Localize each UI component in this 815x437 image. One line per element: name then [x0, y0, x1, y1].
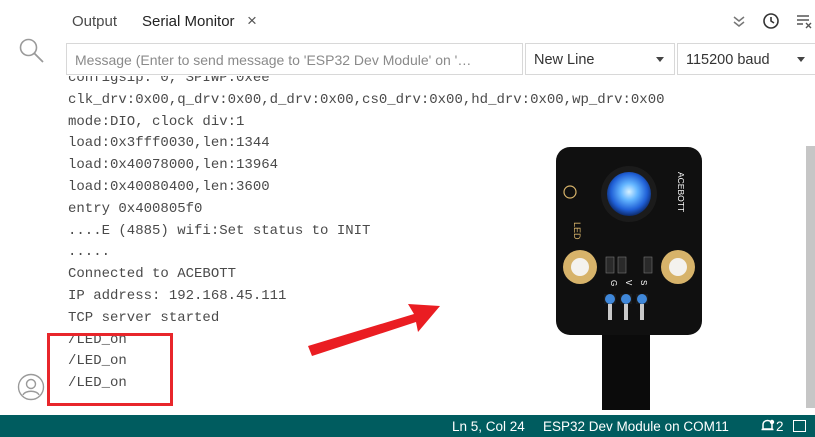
close-tab-icon[interactable]: ×	[247, 12, 257, 30]
brand-label: ACEBOTT	[676, 172, 686, 212]
pin-label-g: G	[609, 280, 618, 286]
chevron-down-icon	[797, 57, 805, 62]
highlight-box	[47, 333, 173, 406]
line-ending-select[interactable]: New Line	[525, 43, 675, 75]
led-light-icon	[607, 172, 651, 216]
notification-count[interactable]: 2	[776, 419, 784, 434]
tab-output[interactable]: Output	[72, 13, 117, 30]
notification-bell-icon[interactable]	[760, 419, 775, 433]
output-scrollbar[interactable]	[806, 146, 815, 408]
cursor-position[interactable]: Ln 5, Col 24	[452, 419, 525, 434]
led-module-photo: LED ACEBOTT G V S	[556, 147, 702, 410]
account-icon[interactable]	[17, 373, 45, 401]
clear-output-icon[interactable]	[795, 12, 813, 30]
red-arrow-icon	[308, 304, 440, 356]
message-input[interactable]: Message (Enter to send message to 'ESP32…	[66, 43, 523, 75]
panel-tab-bar: Output Serial Monitor ×	[58, 0, 815, 42]
baud-rate-value: 115200 baud	[686, 52, 770, 68]
serial-log-line: clk_drv:0x00,q_drv:0x00,d_drv:0x00,cs0_d…	[68, 91, 665, 108]
status-bar: Ln 5, Col 24 ESP32 Dev Module on COM11 2	[0, 415, 815, 437]
toggle-panel-icon[interactable]	[793, 420, 806, 432]
tab-serial-monitor[interactable]: Serial Monitor	[142, 13, 235, 30]
board-port-status[interactable]: ESP32 Dev Module on COM11	[543, 419, 729, 434]
led-name-label: LED	[572, 222, 582, 240]
toggle-autoscroll-icon[interactable]	[730, 12, 748, 30]
baud-rate-select[interactable]: 115200 baud	[677, 43, 815, 75]
serial-log-line: configsip: 0, SPIWP:0xee	[68, 76, 270, 86]
chevron-down-icon	[656, 57, 664, 62]
pin-label-v: V	[624, 280, 633, 286]
search-icon[interactable]	[17, 36, 45, 64]
serial-log-line: mode:DIO, clock div:1	[68, 113, 245, 130]
timestamp-icon[interactable]	[762, 12, 780, 30]
pin-label-s: S	[639, 280, 648, 285]
line-ending-value: New Line	[534, 52, 595, 68]
